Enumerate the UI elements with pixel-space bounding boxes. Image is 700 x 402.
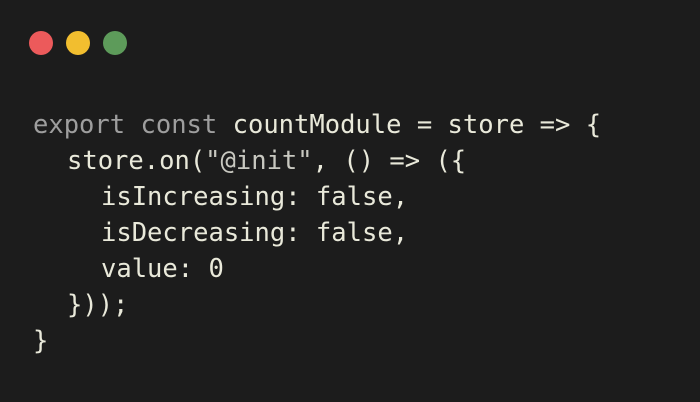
code-block: export const countModule = store => {sto… <box>33 107 601 359</box>
minimize-icon[interactable] <box>66 31 90 55</box>
code-line-4: isDecreasing: false, <box>101 218 409 248</box>
code-line-7: } <box>33 326 49 356</box>
code-line-6: })); <box>67 290 129 320</box>
code-line-1: export const countModule = store => { <box>33 107 601 143</box>
code-string: "@init" <box>205 146 313 176</box>
maximize-icon[interactable] <box>103 31 127 55</box>
window-controls <box>29 31 127 57</box>
code-text: , () => ({ <box>312 146 467 176</box>
code-line-3: isIncreasing: false, <box>101 182 409 212</box>
code-line-2: store.on("@init", () => ({ <box>33 143 601 179</box>
code-text: store.on( <box>67 146 206 176</box>
code-line-5: value: 0 <box>101 254 224 284</box>
code-text: countModule = store => { <box>232 110 602 140</box>
code-window: export const countModule = store => {sto… <box>0 0 700 402</box>
close-icon[interactable] <box>29 31 53 55</box>
keyword-const: const <box>140 110 218 140</box>
keyword-export: export <box>33 110 126 140</box>
